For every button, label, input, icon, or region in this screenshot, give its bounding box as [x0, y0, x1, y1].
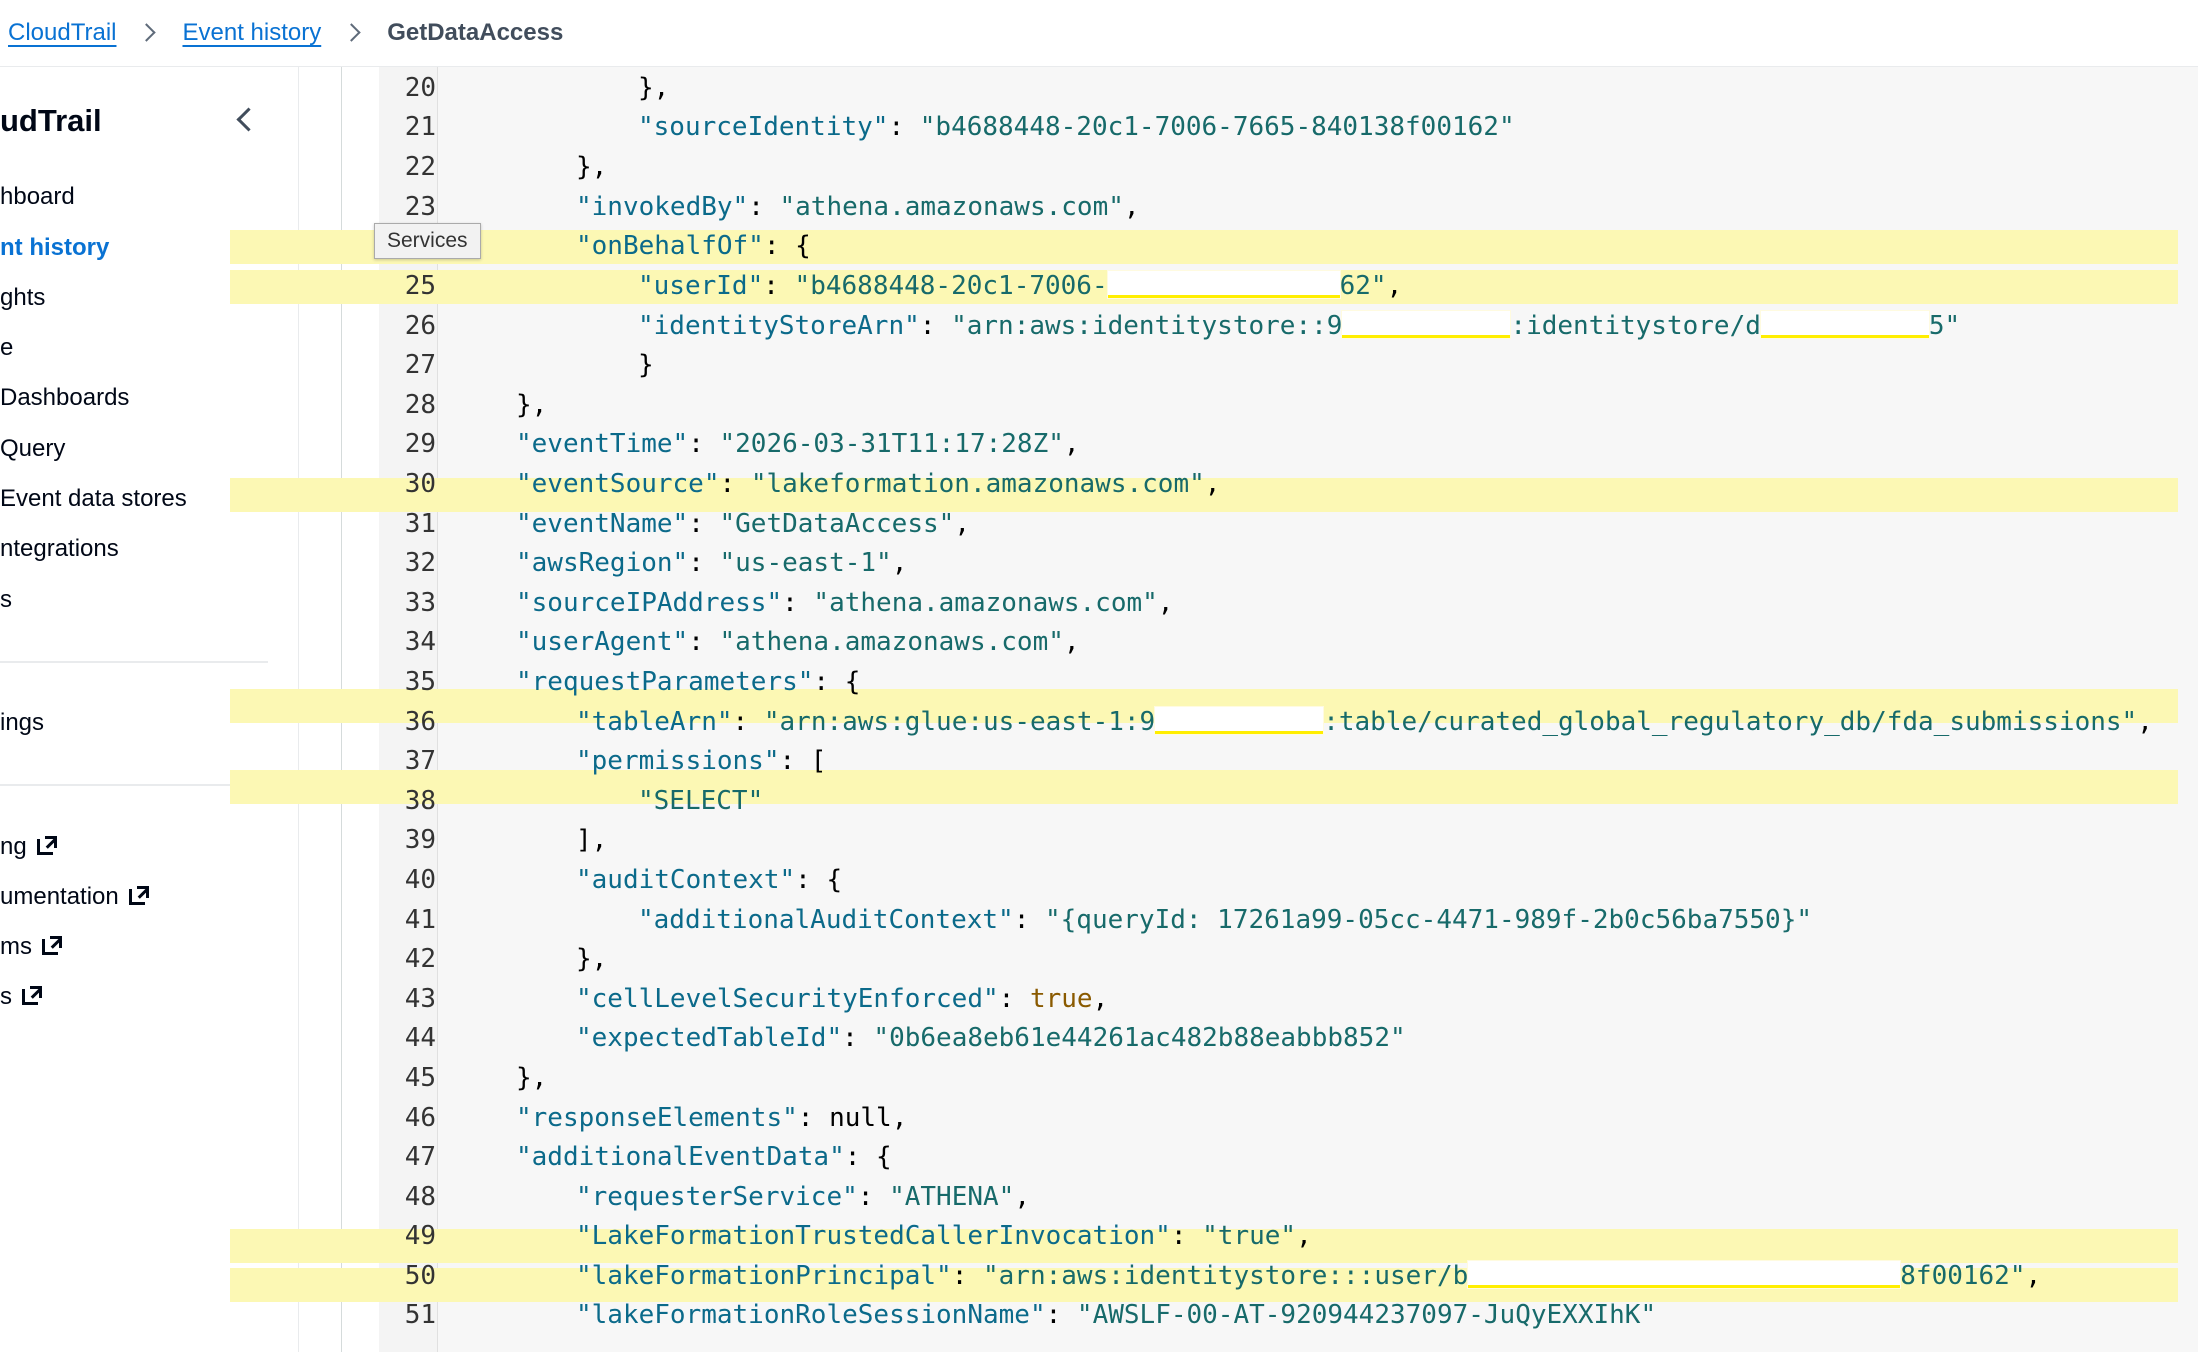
code-line: 20},: [404, 73, 670, 103]
external-link-icon: [42, 936, 62, 956]
code-line: 34 "userAgent": "athena.amazonaws.com",: [404, 627, 1080, 657]
code-line: 33 "sourceIPAddress": "athena.amazonaws.c…: [404, 588, 1174, 618]
external-link-icon: [36, 836, 57, 856]
external-link-icon: [128, 886, 149, 906]
sidebar-item-faqs[interactable]: s: [0, 983, 42, 1011]
code-line: 41 "additionalAuditContext": "{queryId: 1…: [404, 905, 1813, 935]
code-line: 50 "lakeFormationPrincipal": "arn:aws:ide…: [404, 1261, 2042, 1291]
code-line: 28},: [404, 390, 548, 420]
code-line: 26 "identityStoreArn": "arn:aws:identitys…: [404, 311, 1961, 341]
sidebar-item-integrations[interactable]: ntegrations: [0, 535, 119, 563]
sidebar-title: udTrail: [0, 103, 102, 138]
code-line: 49 "LakeFormationTrustedCallerInvocation"…: [404, 1221, 1312, 1251]
breadcrumb-cloudtrail-link[interactable]: CloudTrail: [8, 19, 116, 47]
code-line: 21 "sourceIdentity": "b4688448-20c1-7006-…: [404, 112, 1515, 142]
sidebar-divider: [0, 661, 268, 663]
redacted-value: [1342, 311, 1511, 338]
redacted-value: [1760, 311, 1929, 338]
code-line: 47 "additionalEventData": {: [404, 1142, 892, 1172]
sidebar-item-trails[interactable]: s: [0, 586, 12, 614]
redacted-value: [1107, 271, 1340, 298]
code-line: 27}: [404, 350, 654, 380]
code-line: 37 "permissions": [: [404, 746, 827, 776]
code-line: 45},: [404, 1063, 548, 1093]
sidebar-item-insights[interactable]: ghts: [0, 284, 45, 312]
code-line: 31 "eventName": "GetDataAccess",: [404, 509, 970, 539]
code-line: 38 "SELECT": [404, 786, 764, 816]
sidebar-item-event-data-stores[interactable]: Event data stores: [0, 485, 187, 513]
redacted-value: [1155, 707, 1324, 734]
breadcrumb-event-history-link[interactable]: Event history: [182, 19, 321, 47]
code-line: 29 "eventTime": "2026-03-31T11:17:28Z",: [404, 429, 1080, 459]
redacted-value: [1468, 1261, 1901, 1288]
breadcrumb-current: GetDataAccess: [387, 19, 564, 46]
code-line: 35 "requestParameters": {: [404, 667, 861, 697]
collapse-sidebar-icon[interactable]: [234, 109, 256, 131]
code-line: 25 "userId": "b4688448-20c1-7006- 62",: [404, 271, 1403, 301]
breadcrumb: CloudTrail Event history GetDataAccess: [0, 0, 2198, 67]
sidebar-item-event-history[interactable]: nt history: [0, 234, 109, 262]
code-line: 30 "eventSource": "lakeformation.amazonaw…: [404, 469, 1221, 499]
code-line: 42},: [404, 944, 608, 974]
code-line: 36 "tableArn": "arn:aws:glue:us-east-1:9:…: [404, 707, 2153, 737]
chevron-right-icon: [134, 18, 164, 48]
code-line: 51 "lakeFormationRoleSessionName": "AWSLF…: [404, 1300, 1657, 1330]
code-line: "onBehalfOf": {: [576, 231, 811, 261]
sidebar-item-dashboard[interactable]: hboard: [0, 183, 75, 211]
code-line: 22},: [404, 152, 608, 182]
code-line: 32 "awsRegion": "us-east-1",: [404, 548, 908, 578]
code-line: 48 "requesterService": "ATHENA",: [404, 1182, 1030, 1212]
sidebar-item-query[interactable]: Query: [0, 435, 65, 463]
code-line: 23 "invokedBy": "athena.amazonaws.com",: [404, 192, 1140, 222]
services-tooltip: Services: [374, 223, 481, 259]
sidebar-divider: [0, 784, 268, 786]
sidebar-item-pricing[interactable]: ng: [0, 833, 57, 861]
code-line: 40 "auditContext": {: [404, 865, 843, 895]
code-line: 44 "expectedTableId": "0b6ea8eb61e44261ac…: [404, 1023, 1406, 1053]
code-line: 46 "responseElements": null,: [404, 1103, 908, 1133]
chevron-right-icon: [339, 18, 369, 48]
sidebar-item-dashboards[interactable]: Dashboards: [0, 384, 129, 412]
external-link-icon: [22, 986, 42, 1006]
code-line: 39],: [404, 825, 608, 855]
sidebar-item-settings[interactable]: ings: [0, 709, 44, 737]
sidebar-item-forums[interactable]: ms: [0, 933, 62, 961]
sidebar-item-documentation[interactable]: umentation: [0, 883, 149, 911]
code-line: 43 "cellLevelSecurityEnforced": true,: [404, 984, 1109, 1014]
sidebar-item-lake[interactable]: e: [0, 334, 13, 362]
